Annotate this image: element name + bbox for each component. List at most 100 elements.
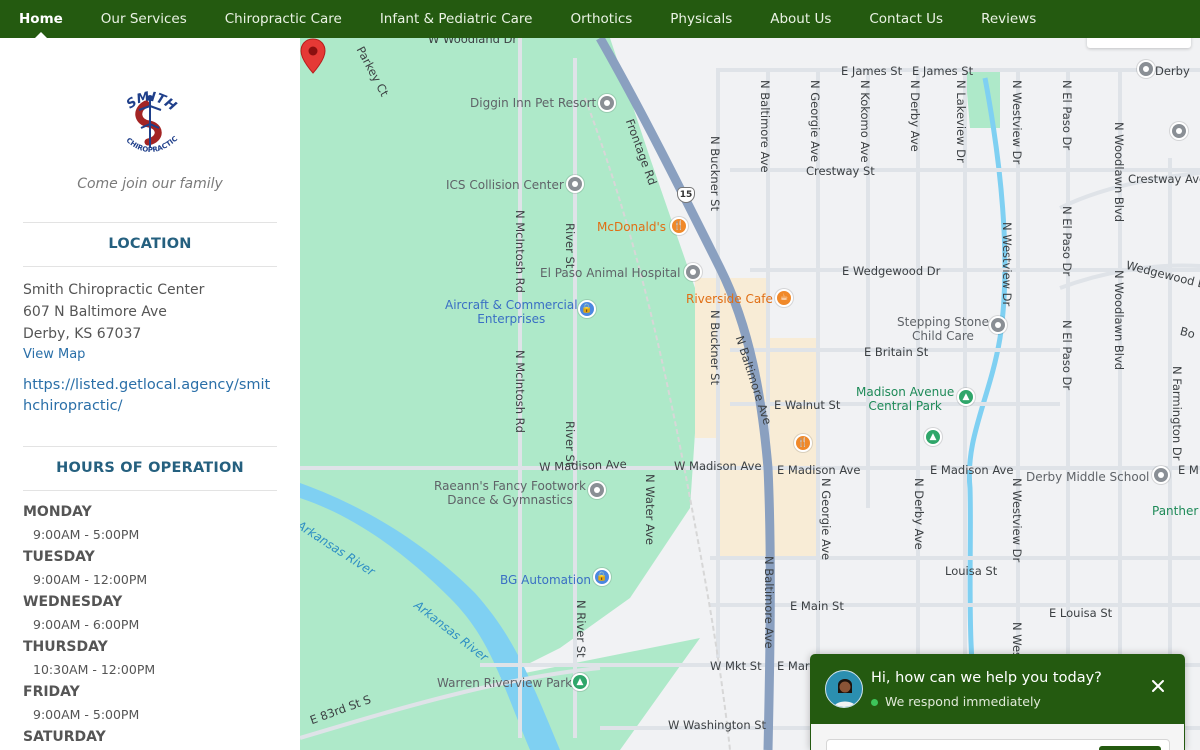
street-label: N Woodlawn Blvd bbox=[1112, 270, 1126, 371]
hours-time: 9:00AM - 12:00PM bbox=[33, 572, 148, 587]
poi-label-line: Central Park bbox=[868, 399, 942, 413]
poi-label-line: Aircraft & Commercial bbox=[445, 298, 578, 312]
nav-contact-us[interactable]: Contact Us bbox=[869, 0, 943, 38]
street-label: N Westview Dr bbox=[1010, 478, 1024, 563]
agent-avatar bbox=[825, 670, 863, 708]
animal-hospital-icon[interactable] bbox=[684, 263, 702, 281]
top-nav: Home Our Services Chiropractic Care Infa… bbox=[0, 0, 1200, 39]
street-label: E James St bbox=[912, 64, 974, 78]
park-icon[interactable]: ▲ bbox=[571, 673, 589, 691]
business-icon[interactable]: 🔒 bbox=[578, 300, 596, 318]
chat-send-button[interactable] bbox=[1099, 746, 1161, 750]
dance-studio-icon[interactable] bbox=[588, 481, 606, 499]
poi-label[interactable]: Diggin Inn Pet Resort bbox=[470, 96, 596, 110]
tagline: Come join our family bbox=[77, 176, 223, 192]
poi-label[interactable]: Panther bbox=[1152, 504, 1198, 518]
divider bbox=[23, 490, 277, 491]
landmark-icon[interactable] bbox=[1137, 60, 1155, 78]
park-icon[interactable]: ▲ bbox=[957, 388, 975, 406]
nav-about-us[interactable]: About Us bbox=[770, 0, 831, 38]
street-label: W Mkt St bbox=[710, 659, 762, 673]
poi-label[interactable]: Derby Middle School bbox=[1026, 470, 1149, 484]
street-label: N Farmington Dr bbox=[1170, 366, 1184, 461]
car-repair-icon[interactable] bbox=[566, 175, 584, 193]
street-label: N Lakeview Dr bbox=[954, 80, 968, 163]
street-label: N El Paso Dr bbox=[1060, 320, 1074, 391]
nav-reviews[interactable]: Reviews bbox=[981, 0, 1036, 38]
hours-time: 9:00AM - 6:00PM bbox=[33, 617, 140, 632]
street-label: River St bbox=[563, 223, 577, 269]
chat-input[interactable] bbox=[826, 739, 1170, 750]
map[interactable]: W Woodland Dr Parkey Ct E James St E Jam… bbox=[300, 38, 1200, 750]
street-label: N Derby Ave bbox=[912, 478, 926, 550]
poi-label[interactable]: Raeann's Fancy Footwork Dance & Gymnasti… bbox=[434, 479, 586, 507]
poi-label-line: Raeann's Fancy Footwork bbox=[434, 479, 586, 493]
street-label: E M bbox=[1178, 463, 1199, 477]
address-line-name: Smith Chiropractic Center bbox=[23, 282, 205, 298]
nav-chiropractic-care[interactable]: Chiropractic Care bbox=[225, 0, 342, 38]
restaurant-icon[interactable]: 🍴 bbox=[794, 434, 812, 452]
chat-widget[interactable]: Hi, how can we help you today? We respon… bbox=[810, 654, 1185, 750]
location-pin-icon[interactable] bbox=[300, 38, 326, 74]
street-label: N River St bbox=[574, 600, 588, 658]
street-label: E Mar bbox=[777, 659, 810, 673]
school-icon[interactable] bbox=[1170, 122, 1188, 140]
street-label: E Main St bbox=[790, 599, 844, 613]
hours-day: WEDNESDAY bbox=[23, 594, 123, 610]
nav-infant-pediatric-care[interactable]: Infant & Pediatric Care bbox=[380, 0, 533, 38]
poi-label[interactable]: Warren Riverview Park bbox=[437, 676, 572, 690]
street-label: E Louisa St bbox=[1049, 606, 1113, 620]
nav-home[interactable]: Home bbox=[19, 0, 63, 39]
street-label: N Westview Dr bbox=[1010, 80, 1024, 165]
chat-title: Hi, how can we help you today? bbox=[871, 670, 1102, 686]
poi-label[interactable]: McDonald's bbox=[597, 220, 666, 234]
address-line-street: 607 N Baltimore Ave bbox=[23, 304, 167, 320]
close-icon[interactable] bbox=[1150, 678, 1166, 694]
poi-label[interactable]: Riverside Cafe bbox=[686, 292, 773, 306]
poi-label[interactable]: Stepping Stone Child Care bbox=[897, 315, 989, 343]
school-icon[interactable] bbox=[1152, 466, 1170, 484]
hours-time: 9:00AM - 5:00PM bbox=[33, 527, 140, 542]
location-title: LOCATION bbox=[108, 236, 192, 252]
park-icon[interactable]: ▲ bbox=[924, 428, 942, 446]
cafe-icon[interactable]: ☕ bbox=[775, 289, 793, 307]
nav-orthotics[interactable]: Orthotics bbox=[570, 0, 632, 38]
poi-label[interactable]: Aircraft & Commercial Enterprises bbox=[445, 298, 578, 326]
street-label: N Wes bbox=[1010, 622, 1024, 659]
hours-time: 10:30AM - 12:00PM bbox=[33, 662, 156, 677]
poi-label-line: Dance & Gymnastics bbox=[447, 493, 573, 507]
street-label: E Madison Ave bbox=[777, 463, 861, 477]
pet-resort-icon[interactable] bbox=[598, 94, 616, 112]
hours-title: HOURS OF OPERATION bbox=[56, 460, 244, 476]
child-care-icon[interactable] bbox=[989, 316, 1007, 334]
nav-physicals[interactable]: Physicals bbox=[670, 0, 732, 38]
street-label: E Madison Ave bbox=[930, 463, 1014, 477]
chat-body bbox=[811, 724, 1184, 750]
smith-chiropractic-logo[interactable]: SMITH CHIROPRACTIC bbox=[115, 82, 185, 164]
street-label: N Kokomo Ave bbox=[858, 80, 872, 163]
street-label: N Buckner St bbox=[708, 310, 722, 385]
street-label: W Madison Ave bbox=[674, 459, 762, 473]
street-label: E James St bbox=[841, 64, 903, 78]
business-icon[interactable]: 🔒 bbox=[593, 568, 611, 586]
restaurant-icon[interactable]: 🍴 bbox=[670, 217, 688, 235]
street-label: N Derby Ave bbox=[908, 80, 922, 152]
street-label: N Georgie Ave bbox=[808, 80, 822, 163]
nav-our-services[interactable]: Our Services bbox=[101, 0, 187, 38]
hours-day: FRIDAY bbox=[23, 684, 80, 700]
poi-label[interactable]: BG Automation bbox=[500, 573, 591, 587]
sidebar: SMITH CHIROPRACTIC Come join our family … bbox=[0, 38, 300, 750]
view-map-link[interactable]: View Map bbox=[23, 345, 277, 365]
address: Smith Chiropractic Center 607 N Baltimor… bbox=[23, 279, 277, 345]
poi-label[interactable]: El Paso Animal Hospital bbox=[540, 266, 681, 280]
website-link[interactable]: https://listed.getlocal.agency/smithchir… bbox=[23, 375, 277, 417]
hours-day: THURSDAY bbox=[23, 639, 108, 655]
poi-label[interactable]: Madison Avenue Central Park bbox=[856, 385, 954, 413]
street-label: N Buckner St bbox=[708, 136, 722, 211]
street-label: N Baltimore Ave bbox=[762, 556, 776, 649]
street-label: N McIntosh Rd bbox=[513, 350, 527, 433]
map-controls[interactable] bbox=[1087, 38, 1191, 48]
street-label: N El Paso Dr bbox=[1060, 80, 1074, 151]
chat-status-text: We respond immediately bbox=[885, 694, 1041, 709]
poi-label[interactable]: ICS Collision Center bbox=[446, 178, 564, 192]
